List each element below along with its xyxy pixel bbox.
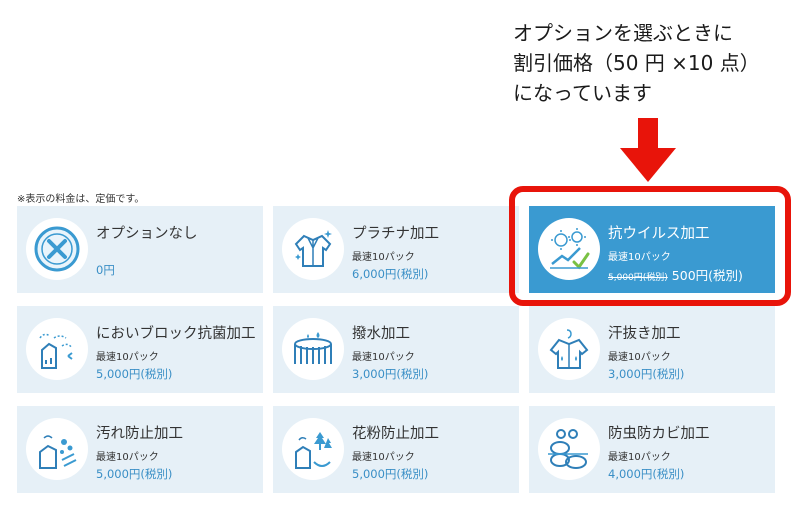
stain-guard-icon: [39, 435, 77, 469]
insect-mold-icon: [548, 429, 588, 469]
option-price: 4,000円(税別): [608, 467, 685, 481]
option-title: 花粉防止加工: [352, 426, 439, 442]
option-speed: 最速10パック: [352, 252, 415, 263]
option-speed: 最速10パック: [352, 452, 415, 463]
odor-block-icon: [39, 333, 73, 369]
pollen-guard-icon: [295, 432, 332, 469]
option-speed: 最速10パック: [608, 252, 671, 263]
option-sale-price: 500円(税別): [671, 268, 743, 283]
option-card-pollen-guard[interactable]: 花粉防止加工 最速10パック 5,000円(税別): [273, 406, 519, 493]
option-price: 5,000円(税別): [96, 367, 173, 381]
option-speed: 最速10パック: [608, 452, 671, 463]
option-title: 汚れ防止加工: [96, 426, 183, 442]
option-speed: 最速10パック: [96, 452, 159, 463]
option-price: 0円: [96, 263, 115, 277]
jacket-sparkle-icon: [294, 230, 332, 267]
callout-line-2: 割引価格（50 円 ×10 点）: [513, 51, 760, 75]
option-card-insect-mold[interactable]: 防虫防カビ加工 最速10パック 4,000円(税別): [529, 406, 775, 493]
option-title: においブロック抗菌加工: [96, 326, 256, 342]
option-card-platinum[interactable]: プラチナ加工 最速10パック 6,000円(税別): [273, 206, 519, 293]
option-card-water-repel[interactable]: 撥水加工 最速10パック 3,000円(税別): [273, 306, 519, 393]
red-down-arrow-icon: [620, 118, 676, 182]
option-price: 5,000円(税別) 500円(税別): [608, 265, 743, 284]
option-title: 汗抜き加工: [608, 326, 681, 342]
price-note: ※表示の料金は、定価です。: [17, 194, 145, 205]
option-price: 5,000円(税別): [352, 467, 429, 481]
x-mark-icon: [34, 226, 80, 272]
callout-annotation: オプションを選ぶときに 割引価格（50 円 ×10 点） になっています: [513, 18, 793, 108]
option-card-odor-block[interactable]: においブロック抗菌加工 最速10パック 5,000円(税別): [17, 306, 263, 393]
option-old-price: 5,000円(税別): [608, 273, 668, 283]
callout-line-3: になっています: [513, 81, 652, 105]
option-speed: 最速10パック: [352, 352, 415, 363]
option-price: 3,000円(税別): [608, 367, 685, 381]
option-title: 防虫防カビ加工: [608, 426, 710, 442]
option-card-sweat-removal[interactable]: 汗抜き加工 最速10パック 3,000円(税別): [529, 306, 775, 393]
option-card-antiviral[interactable]: 抗ウイルス加工 最速10パック 5,000円(税別) 500円(税別): [529, 206, 775, 293]
option-price: 6,000円(税別): [352, 267, 429, 281]
sweat-shirt-icon: [549, 329, 589, 369]
callout-line-1: オプションを選ぶときに: [513, 21, 733, 45]
option-title: 撥水加工: [352, 326, 410, 342]
option-card-none[interactable]: オプションなし 0円: [17, 206, 263, 293]
option-speed: 最速10パック: [608, 352, 671, 363]
virus-check-icon: [550, 228, 590, 270]
option-price: 3,000円(税別): [352, 367, 429, 381]
option-title: オプションなし: [96, 226, 198, 242]
water-repel-icon: [294, 332, 332, 364]
option-speed: 最速10パック: [96, 352, 159, 363]
option-title: 抗ウイルス加工: [608, 226, 710, 242]
option-title: プラチナ加工: [352, 226, 439, 242]
option-card-stain-guard[interactable]: 汚れ防止加工 最速10パック 5,000円(税別): [17, 406, 263, 493]
option-price: 5,000円(税別): [96, 467, 173, 481]
